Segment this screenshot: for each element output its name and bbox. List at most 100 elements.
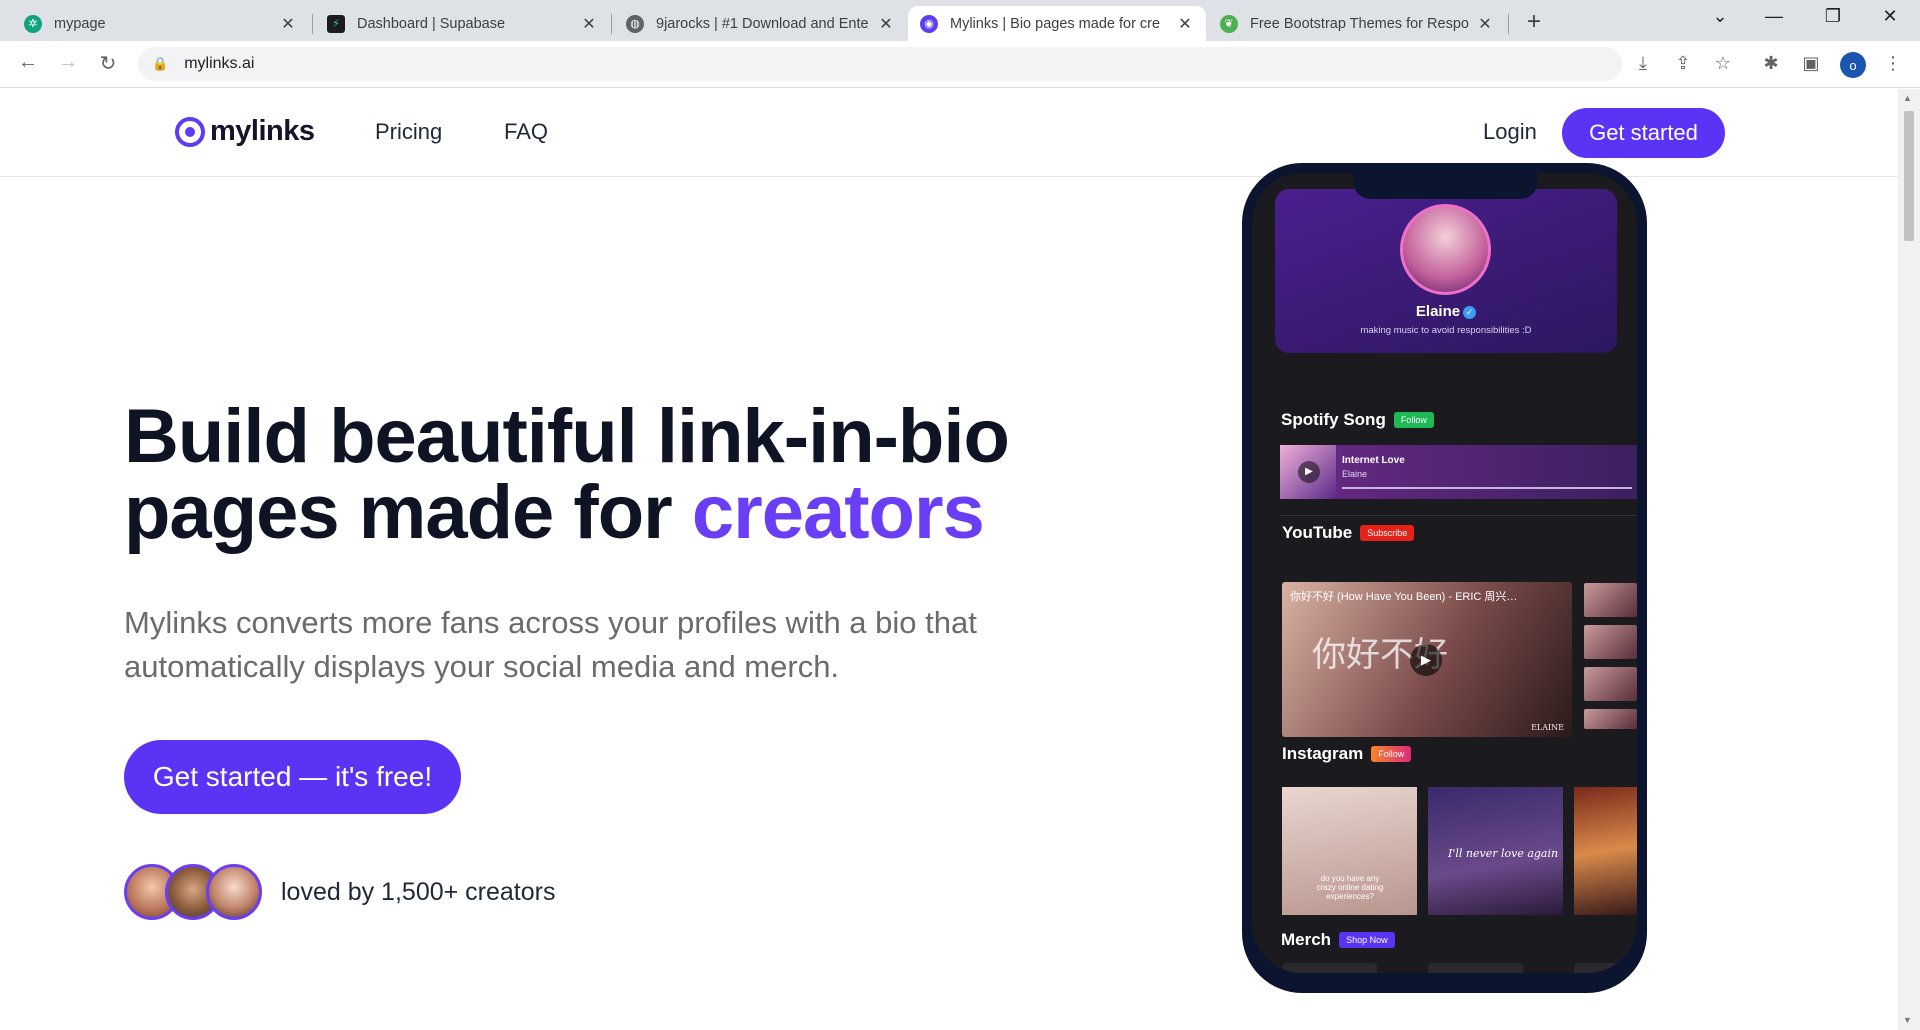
tab-separator: [312, 14, 313, 34]
youtube-side-thumbnail[interactable]: [1584, 667, 1637, 701]
forward-button[interactable]: →: [54, 51, 82, 74]
scroll-down-arrow-icon[interactable]: ▼: [1903, 1015, 1912, 1025]
instagram-follow-badge[interactable]: Follow: [1371, 746, 1412, 762]
youtube-side-thumbnail[interactable]: [1584, 709, 1637, 729]
phone-notch: [1353, 173, 1538, 199]
profile-card: Elaine ✓ making music to avoid responsibi…: [1275, 189, 1617, 353]
section-title-text: Spotify Song: [1281, 410, 1386, 429]
instagram-post[interactable]: [1574, 787, 1637, 915]
youtube-side-thumbnail[interactable]: [1584, 625, 1637, 659]
back-button[interactable]: ←: [14, 51, 42, 74]
instagram-post[interactable]: I'll never love again: [1428, 787, 1563, 915]
restore-button[interactable]: ❐: [1813, 6, 1853, 27]
browser-tab-bar: ✲ mypage ✕ ⚡ Dashboard | Supabase ✕ ◍ 9j…: [0, 0, 1920, 41]
reload-button[interactable]: ↻: [94, 51, 122, 76]
login-link[interactable]: Login: [1483, 119, 1537, 145]
close-tab-icon[interactable]: ✕: [580, 14, 598, 34]
mylinks-logo-icon: [175, 116, 205, 147]
post-caption: do you have any crazy online dating expe…: [1316, 874, 1384, 901]
tab-bootstrap-themes[interactable]: ❦ Free Bootstrap Themes for Respo ✕: [1208, 6, 1506, 41]
url-text[interactable]: mylinks.ai: [184, 55, 254, 73]
spotify-section-title: Spotify Song Follow: [1281, 410, 1434, 430]
tab-title: 9jarocks | #1 Download and Ente: [656, 15, 869, 32]
close-tab-icon[interactable]: ✕: [279, 14, 297, 34]
browser-toolbar: ← → ↻ 🔒 mylinks.ai ⤓ ⇪ ☆ ✱ ▣ o ⋮: [0, 41, 1920, 88]
tab-supabase[interactable]: ⚡ Dashboard | Supabase ✕: [315, 6, 610, 41]
page-scrollbar[interactable]: ▲ ▼: [1898, 89, 1920, 1030]
tab-mypage[interactable]: ✲ mypage ✕: [12, 6, 309, 41]
tab-title: Mylinks | Bio pages made for cre: [950, 15, 1161, 32]
creator-avatars: [124, 864, 262, 920]
tab-search-dropdown-icon[interactable]: ⌄: [1700, 6, 1740, 27]
section-title-text: Instagram: [1282, 744, 1364, 763]
youtube-side-thumbnail[interactable]: [1584, 583, 1637, 617]
hero-cta-button[interactable]: Get started — it's free!: [124, 740, 461, 814]
get-started-button[interactable]: Get started: [1562, 108, 1725, 158]
merch-item[interactable]: [1282, 963, 1377, 973]
youtube-subscribe-badge[interactable]: Subscribe: [1360, 525, 1415, 541]
close-window-button[interactable]: ✕: [1870, 6, 1910, 27]
headline-line-1: Build beautiful link-in-bio: [124, 394, 1010, 479]
mylinks-logo[interactable]: mylinks: [175, 115, 315, 148]
section-title-text: YouTube: [1282, 523, 1353, 542]
hero-subtitle: Mylinks converts more fans across your p…: [124, 605, 977, 684]
merch-item[interactable]: [1428, 963, 1523, 973]
verified-check-icon: ✓: [1463, 306, 1477, 319]
merch-shop-now-badge[interactable]: Shop Now: [1339, 932, 1395, 948]
video-caption: 你好不好 (How Have You Been) - ERIC 周兴…: [1290, 591, 1518, 603]
tab-title: Dashboard | Supabase: [357, 15, 506, 32]
instagram-post[interactable]: do you have any crazy online dating expe…: [1282, 787, 1417, 915]
play-icon[interactable]: ▶: [1298, 461, 1320, 483]
post-caption: I'll never love again: [1448, 847, 1559, 860]
logo-text: mylinks: [210, 115, 315, 147]
address-bar[interactable]: 🔒 mylinks.ai: [138, 47, 1622, 81]
globe-icon: ◍: [626, 14, 644, 33]
merch-section-title: Merch Shop Now: [1281, 930, 1395, 950]
tab-title: mypage: [54, 15, 106, 32]
headline-line-2: pages made for: [124, 470, 692, 555]
side-panel-icon[interactable]: ▣: [1798, 53, 1824, 74]
section-title-text: Merch: [1281, 930, 1332, 949]
song-artist: Elaine: [1342, 469, 1368, 479]
scrollbar-thumb[interactable]: [1904, 111, 1914, 241]
extensions-icon[interactable]: ✱: [1758, 53, 1784, 74]
share-icon[interactable]: ⇪: [1670, 53, 1696, 74]
scroll-up-arrow-icon[interactable]: ▲: [1903, 93, 1912, 103]
spotify-follow-badge[interactable]: Follow: [1393, 412, 1434, 428]
close-tab-icon[interactable]: ✕: [1476, 14, 1494, 34]
profile-name: Elaine ✓: [1275, 303, 1617, 320]
youtube-video-thumbnail[interactable]: 你好不好 (How Have You Been) - ERIC 周兴… 你好不好…: [1282, 582, 1572, 737]
song-progress-bar: [1342, 487, 1632, 489]
play-icon[interactable]: ▶: [1410, 644, 1442, 676]
supabase-favicon-icon: ⚡: [327, 14, 345, 33]
nav-pricing-link[interactable]: Pricing: [375, 119, 442, 145]
profile-avatar[interactable]: o: [1840, 52, 1866, 78]
bookmark-star-icon[interactable]: ☆: [1710, 53, 1736, 74]
avatar: [206, 864, 262, 920]
new-tab-button[interactable]: +: [1519, 8, 1549, 36]
openai-favicon-icon: ✲: [24, 14, 42, 33]
site-header: mylinks Pricing FAQ Login Get started: [0, 89, 1898, 177]
tab-9jarocks[interactable]: ◍ 9jarocks | #1 Download and Ente ✕: [614, 6, 907, 41]
lock-icon[interactable]: 🔒: [152, 56, 168, 72]
close-tab-icon[interactable]: ✕: [1176, 14, 1194, 34]
install-app-icon[interactable]: ⤓: [1630, 53, 1656, 74]
merch-item[interactable]: [1574, 963, 1637, 973]
tab-separator: [611, 14, 612, 34]
spotify-song-card[interactable]: ▶ Internet Love Elaine: [1280, 445, 1637, 499]
social-proof-text: loved by 1,500+ creators: [281, 878, 556, 906]
browser-menu-icon[interactable]: ⋮: [1880, 53, 1906, 74]
hero-headline: Build beautiful link-in-bio pages made f…: [124, 399, 1010, 551]
phone-screen: Elaine ✓ making music to avoid responsibi…: [1252, 173, 1637, 973]
leaf-favicon-icon: ❦: [1220, 14, 1238, 33]
song-title: Internet Love: [1342, 455, 1405, 466]
divider: [1280, 515, 1637, 516]
nav-faq-link[interactable]: FAQ: [504, 119, 548, 145]
tab-separator: [1508, 14, 1509, 34]
profile-bio: making music to avoid responsibilities :…: [1360, 325, 1532, 336]
youtube-section-title: YouTube Subscribe: [1282, 523, 1415, 543]
minimize-button[interactable]: —: [1754, 6, 1794, 27]
close-tab-icon[interactable]: ✕: [877, 14, 895, 34]
tab-mylinks[interactable]: ◉ Mylinks | Bio pages made for cre ✕: [908, 6, 1206, 41]
profile-avatar-image: [1400, 204, 1491, 295]
